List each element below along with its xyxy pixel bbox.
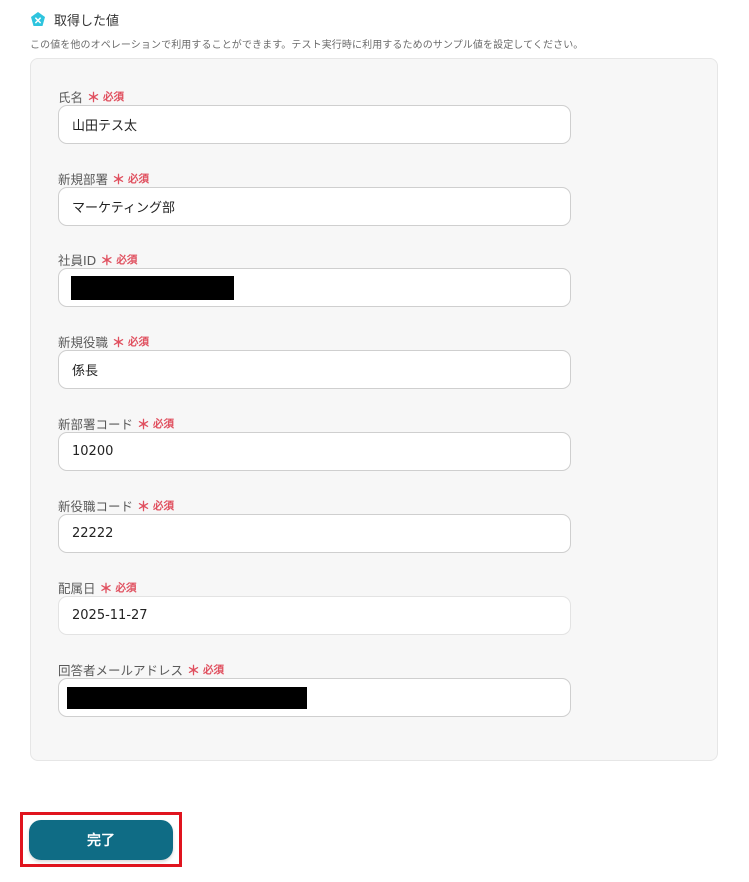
field-name: 氏名 ＊ 必須 山田テス太	[58, 87, 571, 144]
section-title: 取得した値	[54, 13, 120, 29]
redaction-bar	[71, 276, 234, 300]
field-label: 新規役職 ＊ 必須	[58, 332, 571, 351]
required-badge: 必須	[115, 581, 137, 594]
required-badge: 必須	[128, 335, 150, 348]
field-label-text: 配属日	[58, 580, 96, 596]
page: 取得した値 この値を他のオペレーションで利用することができます。テスト実行時に利…	[0, 0, 749, 882]
pentagon-x-icon	[30, 11, 46, 27]
field-label-text: 新役職コード	[58, 498, 134, 514]
field-employee-id: 社員ID ＊ 必須	[58, 250, 571, 307]
field-new-position-code: 新役職コード ＊ 必須 22222	[58, 496, 571, 553]
done-button[interactable]: 完了	[29, 820, 173, 860]
required-asterisk-icon: ＊	[187, 663, 201, 679]
required-asterisk-icon: ＊	[112, 335, 126, 351]
field-label-text: 新規部署	[58, 171, 109, 187]
field-label: 配属日 ＊ 必須	[58, 578, 571, 597]
field-label-text: 新規役職	[58, 334, 109, 350]
field-label: 新部署コード ＊ 必須	[58, 414, 571, 433]
required-badge: 必須	[116, 253, 138, 266]
field-assignment-date: 配属日 ＊ 必須 2025-11-27	[58, 578, 571, 635]
field-label-text: 回答者メールアドレス	[58, 662, 184, 678]
required-asterisk-icon: ＊	[137, 417, 151, 433]
new-department-input[interactable]: マーケティング部	[58, 187, 571, 226]
field-respondent-email: 回答者メールアドレス ＊ 必須	[58, 660, 571, 717]
field-new-position: 新規役職 ＊ 必須 係長	[58, 332, 571, 389]
field-label: 新規部署 ＊ 必須	[58, 169, 571, 188]
field-label: 回答者メールアドレス ＊ 必須	[58, 660, 571, 679]
required-badge: 必須	[153, 417, 175, 430]
field-new-department-code: 新部署コード ＊ 必須 10200	[58, 414, 571, 471]
required-badge: 必須	[128, 172, 150, 185]
required-badge: 必須	[103, 90, 125, 103]
required-asterisk-icon: ＊	[87, 90, 101, 106]
required-badge: 必須	[153, 499, 175, 512]
new-position-input[interactable]: 係長	[58, 350, 571, 389]
required-asterisk-icon: ＊	[137, 499, 151, 515]
field-label-text: 新部署コード	[58, 416, 134, 432]
field-label: 氏名 ＊ 必須	[58, 87, 571, 106]
sample-values-panel: 氏名 ＊ 必須 山田テス太 新規部署 ＊ 必須 マーケティング部 社員ID ＊ …	[30, 58, 718, 761]
required-asterisk-icon: ＊	[112, 172, 126, 188]
assignment-date-input[interactable]: 2025-11-27	[58, 596, 571, 635]
field-label-text: 氏名	[58, 89, 84, 105]
field-new-department: 新規部署 ＊ 必須 マーケティング部	[58, 169, 571, 226]
name-input[interactable]: 山田テス太	[58, 105, 571, 144]
required-asterisk-icon: ＊	[100, 253, 114, 269]
new-department-code-input[interactable]: 10200	[58, 432, 571, 471]
field-label: 社員ID ＊ 必須	[58, 250, 571, 269]
required-asterisk-icon: ＊	[99, 581, 113, 597]
employee-id-input[interactable]	[58, 268, 571, 307]
section-description: この値を他のオペレーションで利用することができます。テスト実行時に利用するための…	[30, 40, 584, 51]
redaction-bar	[67, 687, 307, 709]
field-label: 新役職コード ＊ 必須	[58, 496, 571, 515]
field-label-text: 社員ID	[58, 252, 97, 268]
new-position-code-input[interactable]: 22222	[58, 514, 571, 553]
respondent-email-input[interactable]	[58, 678, 571, 717]
section-header: 取得した値	[30, 10, 120, 29]
required-badge: 必須	[203, 663, 225, 676]
